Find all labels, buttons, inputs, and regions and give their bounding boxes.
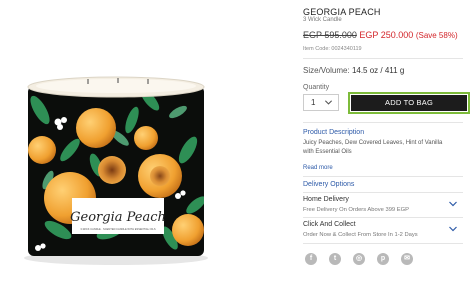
size-row: Size/Volume: 14.5 oz / 411 g (303, 66, 404, 75)
delivery-option-subtitle: Free Delivery On Orders Above 399 EGP (303, 207, 409, 213)
quantity-label: Quantity (303, 84, 330, 91)
savings-badge: (Save 58%) (415, 31, 458, 40)
product-description-heading[interactable]: Product Description (303, 129, 364, 136)
product-subtitle: 3 Wick Candle (303, 17, 342, 23)
pinterest-icon[interactable]: p (377, 253, 389, 265)
product-title: GEORGIA PEACH (303, 7, 381, 17)
add-to-bag-button[interactable]: ADD TO BAG (351, 95, 467, 111)
instagram-icon[interactable]: ◎ (353, 253, 365, 265)
divider (303, 122, 463, 123)
candle-label-brand: Georgia Peach (70, 210, 166, 225)
email-icon[interactable]: ✉ (401, 253, 413, 265)
delivery-option-title: Click And Collect (303, 221, 356, 228)
read-more-link[interactable]: Read more (303, 165, 333, 171)
price-row: EGP 595.000 EGP 250.000 (Save 58%) (303, 30, 458, 40)
delivery-options-heading: Delivery Options (303, 181, 355, 188)
facebook-icon[interactable]: f (305, 253, 317, 265)
product-image-gallery: Georgia Peach 3-WICK CANDLE · SCENTED CA… (0, 0, 296, 280)
divider (303, 58, 463, 59)
product-info-panel: GEORGIA PEACH 3 Wick Candle EGP 595.000 … (303, 0, 475, 280)
delivery-option-title: Home Delivery (303, 196, 349, 203)
divider (303, 192, 463, 193)
chevron-down-icon[interactable] (448, 224, 458, 234)
product-description-text: Juicy Peaches, Dew Covered Leaves, Hint … (303, 140, 443, 155)
twitter-icon[interactable]: t (329, 253, 341, 265)
candle-image: Georgia Peach 3-WICK CANDLE · SCENTED CA… (24, 76, 208, 265)
chevron-down-icon (324, 100, 333, 105)
item-code: Item Code: 0024340119 (303, 46, 362, 52)
chevron-down-icon[interactable] (448, 199, 458, 209)
quantity-select[interactable]: 1 (303, 94, 339, 111)
divider (303, 176, 463, 177)
divider (303, 243, 463, 244)
divider (303, 217, 463, 218)
size-label: Size/Volume: (303, 66, 350, 75)
original-price: EGP 595.000 (303, 30, 357, 40)
delivery-option-subtitle: Order Now & Collect From Store In 1-2 Da… (303, 232, 418, 238)
quantity-value: 1 (311, 98, 316, 107)
candle-label-fine: 3-WICK CANDLE · SCENTED CANDLE WITH ESSE… (80, 227, 155, 231)
sale-price: EGP 250.000 (359, 30, 414, 40)
size-value: 14.5 oz / 411 g (351, 66, 405, 75)
